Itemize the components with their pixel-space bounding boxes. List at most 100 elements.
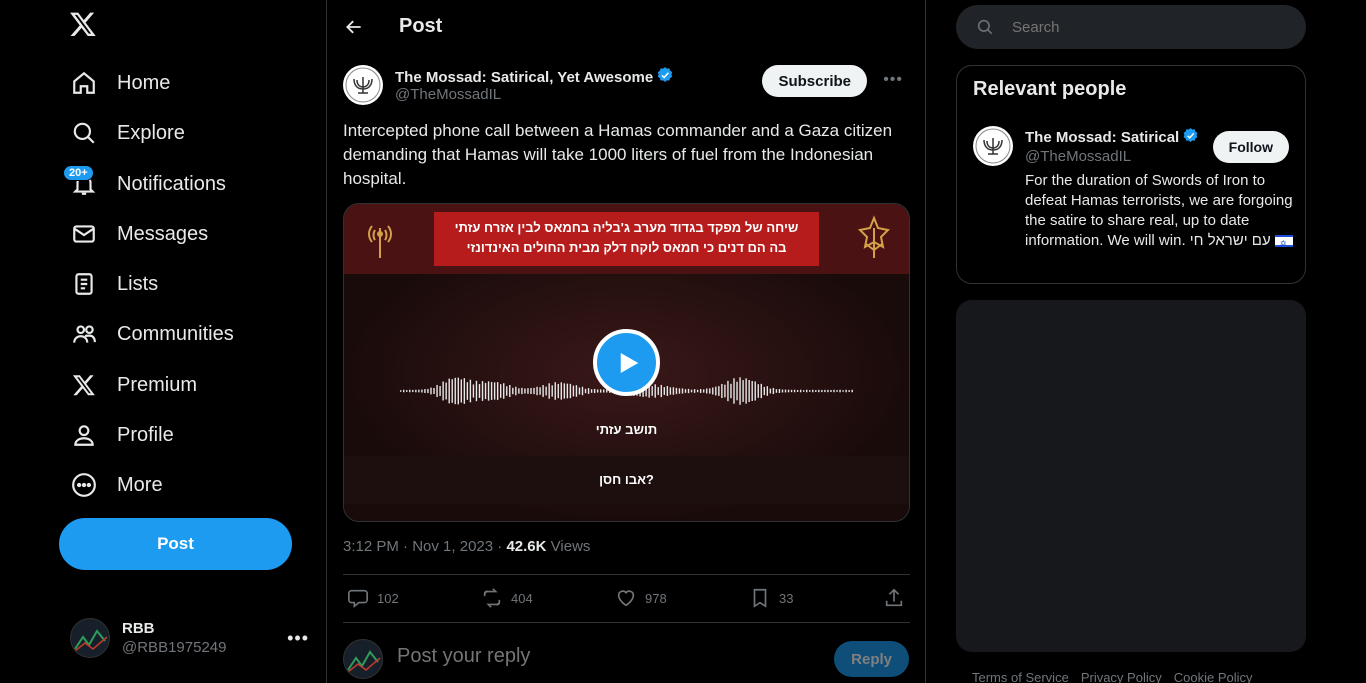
footer-link[interactable]: Terms of Service (972, 670, 1069, 683)
list-icon (59, 259, 109, 309)
nav-explore[interactable]: Explore (59, 108, 279, 158)
video-player[interactable]: שיחה של מפקד בגדוד מערב ג'בליה בחמאס לבי… (343, 203, 910, 522)
tweet-actions: 102 404 978 33 (343, 575, 910, 623)
account-handle: @RBB1975249 (122, 639, 227, 656)
more-dots-icon[interactable]: ••• (287, 628, 309, 649)
like-action[interactable]: 978 (615, 587, 667, 609)
author-handle[interactable]: @TheMossadIL (395, 86, 501, 103)
banner-line-1: שיחה של מפקד בגדוד מערב ג'בליה בחמאס לבי… (454, 220, 799, 235)
media-banner: שיחה של מפקד בגדוד מערב ג'בליה בחמאס לבי… (434, 212, 819, 266)
person-bio-text: For the duration of Swords of Iron to de… (1025, 172, 1293, 249)
views-count: 42.6K (506, 538, 547, 555)
speaker-caption-1: תושב עזתי (595, 422, 658, 437)
nav-label: Lists (117, 272, 159, 295)
more-circle-icon (59, 460, 109, 510)
search-icon (977, 19, 993, 35)
heart-icon (617, 590, 635, 607)
x-app: Home Explore 20+ Notifications Messages (0, 0, 1366, 683)
reply-composer: Reply (343, 639, 911, 683)
envelope-icon (59, 209, 109, 259)
notification-badge: 20+ (63, 165, 94, 181)
communities-icon (59, 309, 109, 359)
play-icon (620, 352, 638, 373)
footer-link[interactable]: Privacy Policy (1081, 670, 1162, 683)
account-switcher[interactable]: RBB @RBB1975249 ••• (59, 610, 319, 666)
divider (343, 622, 910, 623)
person-icon (59, 410, 109, 460)
person-handle[interactable]: @TheMossadIL (1025, 148, 1131, 165)
tweet-author: The Mossad: Satirical, Yet Awesome @TheM… (343, 65, 911, 109)
nav-more[interactable]: More (59, 460, 279, 510)
nav-label: Home (117, 71, 171, 94)
reply-icon (348, 589, 368, 608)
bookmark-count: 33 (779, 590, 794, 606)
author-name-row[interactable]: The Mossad: Satirical, Yet Awesome (395, 66, 674, 88)
person-name-row[interactable]: The Mossad: Satirical (1025, 127, 1199, 148)
speaker-caption-2: ?אבו חסן (599, 472, 654, 487)
right-sidebar: Relevant people The Mossad: Satirical @T… (956, 0, 1306, 683)
nav-communities[interactable]: Communities (59, 309, 279, 359)
footer-links: Terms of Service Privacy Policy Cookie P… (972, 670, 1253, 683)
repost-icon (483, 588, 501, 608)
search-input[interactable] (1012, 18, 1272, 36)
nav-lists[interactable]: Lists (59, 259, 279, 309)
reply-count: 102 (377, 590, 399, 606)
person-name: The Mossad: Satirical (1025, 129, 1180, 146)
post-header: Post (327, 0, 927, 53)
tweet-text: Intercepted phone call between a Hamas c… (343, 121, 893, 188)
repost-count: 404 (511, 590, 533, 606)
tweet-time[interactable]: 3:12 PM (343, 538, 399, 555)
share-icon (885, 588, 903, 607)
card-title: Relevant people (973, 78, 1127, 100)
bell-icon: 20+ (59, 159, 109, 209)
follow-button[interactable]: Follow (1212, 131, 1289, 163)
nav-home[interactable]: Home (59, 58, 279, 108)
nav-notifications[interactable]: 20+ Notifications (59, 159, 279, 209)
footer-link[interactable]: Cookie Policy (1174, 670, 1253, 683)
nav-label: Premium (117, 373, 198, 396)
reply-action[interactable]: 102 (347, 587, 399, 609)
share-action[interactable] (883, 587, 905, 609)
back-arrow-icon[interactable] (336, 9, 372, 45)
tweet-date[interactable]: Nov 1, 2023 (412, 538, 493, 555)
subscribe-button[interactable]: Subscribe (762, 65, 867, 97)
repost-action[interactable]: 404 (481, 587, 533, 609)
reply-input[interactable] (397, 645, 797, 668)
person-bio: For the duration of Swords of Iron to de… (1025, 171, 1293, 254)
nav-premium[interactable]: Premium (59, 360, 279, 410)
more-dots-icon[interactable]: ••• (883, 71, 903, 89)
author-name: The Mossad: Satirical, Yet Awesome (395, 68, 654, 86)
search-icon (59, 108, 109, 158)
account-name: RBB (122, 620, 155, 637)
nav-label: Explore (117, 121, 185, 144)
antenna-emblem-icon (362, 218, 398, 260)
nav-label: Profile (117, 423, 174, 446)
page-title: Post (399, 15, 443, 37)
person-avatar[interactable] (973, 126, 1013, 166)
author-avatar[interactable] (343, 65, 383, 105)
x-logo-icon[interactable] (69, 10, 101, 42)
tweet-meta: 3:12 PM · Nov 1, 2023 · 42.6K Views (343, 538, 591, 555)
avatar (70, 618, 110, 658)
search-bar[interactable] (956, 5, 1306, 49)
views-label: Views (550, 538, 591, 555)
nav-label: More (117, 473, 163, 496)
bookmark-icon (753, 588, 767, 608)
bookmark-action[interactable]: 33 (749, 587, 793, 609)
idf-emblem-icon (851, 214, 897, 262)
nav-label: Notifications (117, 172, 226, 195)
nav-profile[interactable]: Profile (59, 410, 279, 460)
verified-badge-icon (1182, 127, 1199, 148)
israel-flag-icon (1274, 234, 1293, 254)
banner-line-2: בה הם דנים כי חמאס לוקח דלק מבית החולים … (466, 240, 787, 255)
post-button[interactable]: Post (59, 518, 292, 570)
nav-label: Communities (117, 322, 234, 345)
placeholder-panel (956, 300, 1306, 652)
verified-badge-icon (656, 66, 674, 88)
nav-messages[interactable]: Messages (59, 209, 279, 259)
left-nav: Home Explore 20+ Notifications Messages (59, 0, 327, 683)
relevant-people-card: Relevant people The Mossad: Satirical @T… (956, 65, 1306, 284)
avatar (343, 639, 383, 679)
reply-button[interactable]: Reply (834, 641, 909, 677)
play-button[interactable] (593, 329, 660, 396)
